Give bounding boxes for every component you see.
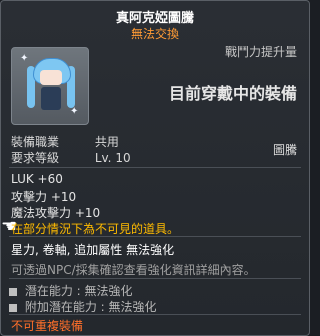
- visibility-warning: 在部分情況下為不可見的道具。: [11, 222, 180, 236]
- item-tooltip: 真阿克婭圖騰 無法交換 ✦ ✦ 戰鬥力提升量 目前穿戴中的裝備 裝備職業 共用 …: [0, 0, 310, 336]
- divider: [9, 167, 301, 168]
- potential-row: 潛在能力 : 無法強化: [9, 282, 133, 299]
- divider: [9, 314, 301, 315]
- level-label: 要求等級: [11, 151, 60, 165]
- bonus-potential-row: 附加潛在能力 : 無法強化: [9, 298, 157, 315]
- level-requirement-row: 要求等級 Lv. 10: [11, 149, 131, 166]
- level-value: Lv. 10: [94, 151, 131, 165]
- enhancement-note: 星力, 卷軸, 追加屬性 無法強化: [11, 243, 175, 257]
- bonus-potential-value: 無法強化: [108, 300, 157, 314]
- stat-attack: 攻擊力 +10: [11, 190, 77, 204]
- current-equipment-label: 目前穿戴中的裝備: [168, 84, 297, 103]
- divider: [9, 278, 301, 279]
- sparkle-icon: ✦: [20, 53, 29, 64]
- stat-magic-attack: 魔法攻擊力 +10: [11, 206, 101, 220]
- character-body: [41, 87, 61, 110]
- trade-status: 無法交換: [130, 27, 179, 41]
- potential-icon: [9, 287, 17, 296]
- enhancement-info: 可透過NPC/採集確認查看強化資訊詳細內容。: [11, 263, 256, 277]
- character-face: [40, 70, 62, 85]
- bonus-potential-label: 附加潛在能力 :: [24, 300, 105, 314]
- potential-label: 潛在能力 :: [24, 284, 81, 298]
- equip-restriction: 不可重複裝備: [11, 319, 84, 333]
- job-value: 共用: [94, 135, 119, 149]
- potential-value: 無法強化: [84, 284, 133, 298]
- divider: [9, 236, 301, 237]
- bonus-potential-icon: [9, 303, 17, 312]
- stat-luk: LUK +60: [11, 172, 63, 186]
- job-requirement-row: 裝備職業 共用: [11, 133, 119, 150]
- item-title: 真阿克婭圖騰: [115, 11, 194, 26]
- item-image: ✦ ✦: [11, 47, 89, 125]
- equipment-slot: 圖騰: [272, 143, 297, 157]
- job-label: 裝備職業: [11, 135, 60, 149]
- combat-power-header: 戰鬥力提升量: [224, 45, 297, 59]
- sparkle-icon: ✦: [70, 106, 79, 117]
